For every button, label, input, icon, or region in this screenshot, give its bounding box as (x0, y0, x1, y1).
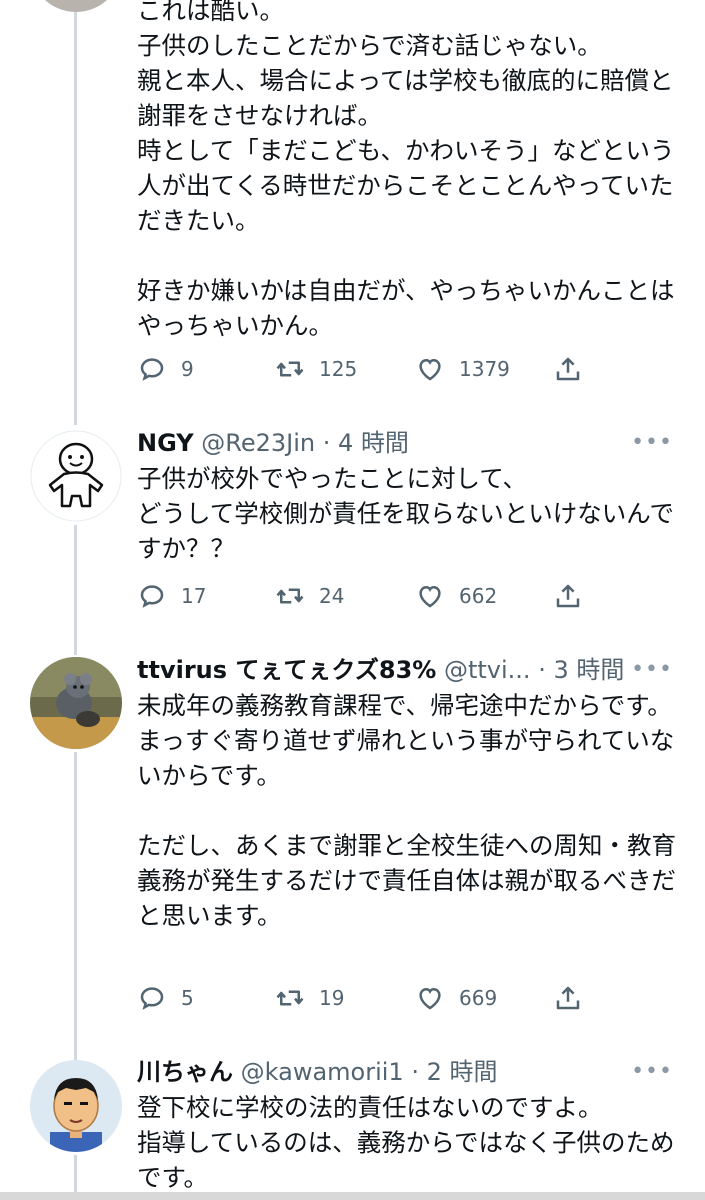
chinchilla-photo-avatar (30, 657, 122, 749)
heart-icon (419, 358, 441, 381)
tweet-header: ttvirus てぇてぇクズ83% @ttvi... · 3 時間 (137, 650, 665, 690)
share-button[interactable] (553, 978, 597, 1018)
retweet-button[interactable]: 19 (275, 978, 344, 1018)
avatar[interactable] (30, 657, 122, 749)
reply-count: 17 (181, 584, 207, 608)
avatar[interactable] (30, 430, 122, 522)
like-count: 662 (459, 584, 498, 608)
share-button[interactable] (553, 576, 597, 616)
reply-count: 5 (181, 986, 194, 1010)
more-options-icon[interactable]: ••• (631, 423, 673, 463)
tweet-actions: 9 125 1379 (137, 349, 597, 389)
tweet-text: これは酷い。 子供のしたことだからで済む話じゃない。 親と本人、場合によっては学… (137, 0, 675, 340)
reply-icon (140, 358, 164, 381)
reply-icon (140, 987, 164, 1010)
tweet-actions: 17 24 662 (137, 576, 597, 616)
retweet-count: 125 (319, 357, 358, 381)
thread-line (74, 525, 77, 655)
timestamp[interactable]: · 3 時間 (538, 656, 624, 684)
share-icon (556, 357, 580, 381)
like-count: 669 (459, 986, 498, 1010)
share-icon (556, 986, 580, 1010)
retweet-button[interactable]: 125 (275, 349, 357, 389)
retweet-button[interactable]: 24 (275, 576, 344, 616)
more-options-icon[interactable]: ••• (631, 650, 673, 690)
retweet-icon (276, 990, 304, 1006)
timestamp[interactable]: · 2 時間 (411, 1058, 497, 1086)
reply-button[interactable]: 17 (137, 576, 206, 616)
heart-icon (419, 987, 441, 1010)
retweet-count: 24 (319, 584, 345, 608)
bottom-edge (0, 1192, 705, 1200)
tweet-text: 子供が校外でやったことに対して、 どうして学校側が責任を取らないといけないんです… (137, 464, 675, 563)
like-count: 1379 (459, 357, 510, 381)
like-button[interactable]: 669 (415, 978, 497, 1018)
share-button[interactable] (553, 349, 597, 389)
avatar[interactable] (30, 0, 122, 12)
thread-line (74, 752, 77, 1060)
thread-line (74, 0, 77, 425)
display-name[interactable]: NGY (137, 429, 194, 457)
share-icon (556, 584, 580, 608)
reply-button[interactable]: 5 (137, 978, 194, 1018)
cartoon-face-avatar (30, 1060, 122, 1152)
display-name[interactable]: ttvirus てぇてぇクズ83% (137, 656, 436, 684)
heart-icon (419, 585, 441, 608)
retweet-count: 19 (319, 986, 345, 1010)
tweet-header: NGY @Re23Jin · 4 時間 (137, 423, 665, 463)
retweet-icon (276, 588, 304, 604)
more-options-icon[interactable]: ••• (631, 1052, 673, 1092)
display-name[interactable]: 川ちゃん (137, 1058, 233, 1086)
like-button[interactable]: 1379 (415, 349, 510, 389)
reply-button[interactable]: 9 (137, 349, 194, 389)
tweet-text: 登下校に学校の法的責任はないのですよ。 指導しているのは、義務からではなく子供の… (137, 1093, 675, 1192)
tweet-header: 川ちゃん @kawamorii1 · 2 時間 (137, 1052, 665, 1092)
like-button[interactable]: 662 (415, 576, 497, 616)
character-avatar-icon (30, 430, 122, 522)
user-handle[interactable]: @Re23Jin (201, 429, 315, 457)
reply-count: 9 (181, 357, 194, 381)
tweet-actions: 5 19 669 (137, 978, 597, 1018)
retweet-icon (276, 361, 304, 377)
tweet-text: 未成年の義務教育課程で、帰宅途中だからです。 まっすぐ寄り道せず帰れという事が守… (137, 691, 676, 930)
avatar[interactable] (30, 1060, 122, 1152)
user-handle[interactable]: @ttvi... (444, 656, 531, 684)
user-handle[interactable]: @kawamorii1 (241, 1058, 404, 1086)
reply-icon (140, 585, 164, 608)
timestamp[interactable]: · 4 時間 (323, 429, 409, 457)
